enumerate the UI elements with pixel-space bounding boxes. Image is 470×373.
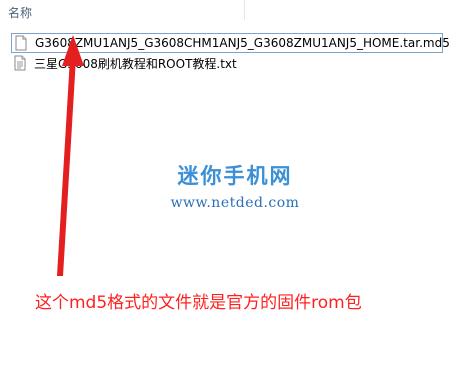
annotation-text: 这个md5格式的文件就是官方的固件rom包 bbox=[35, 293, 362, 313]
red-arrow-annotation bbox=[57, 35, 84, 276]
